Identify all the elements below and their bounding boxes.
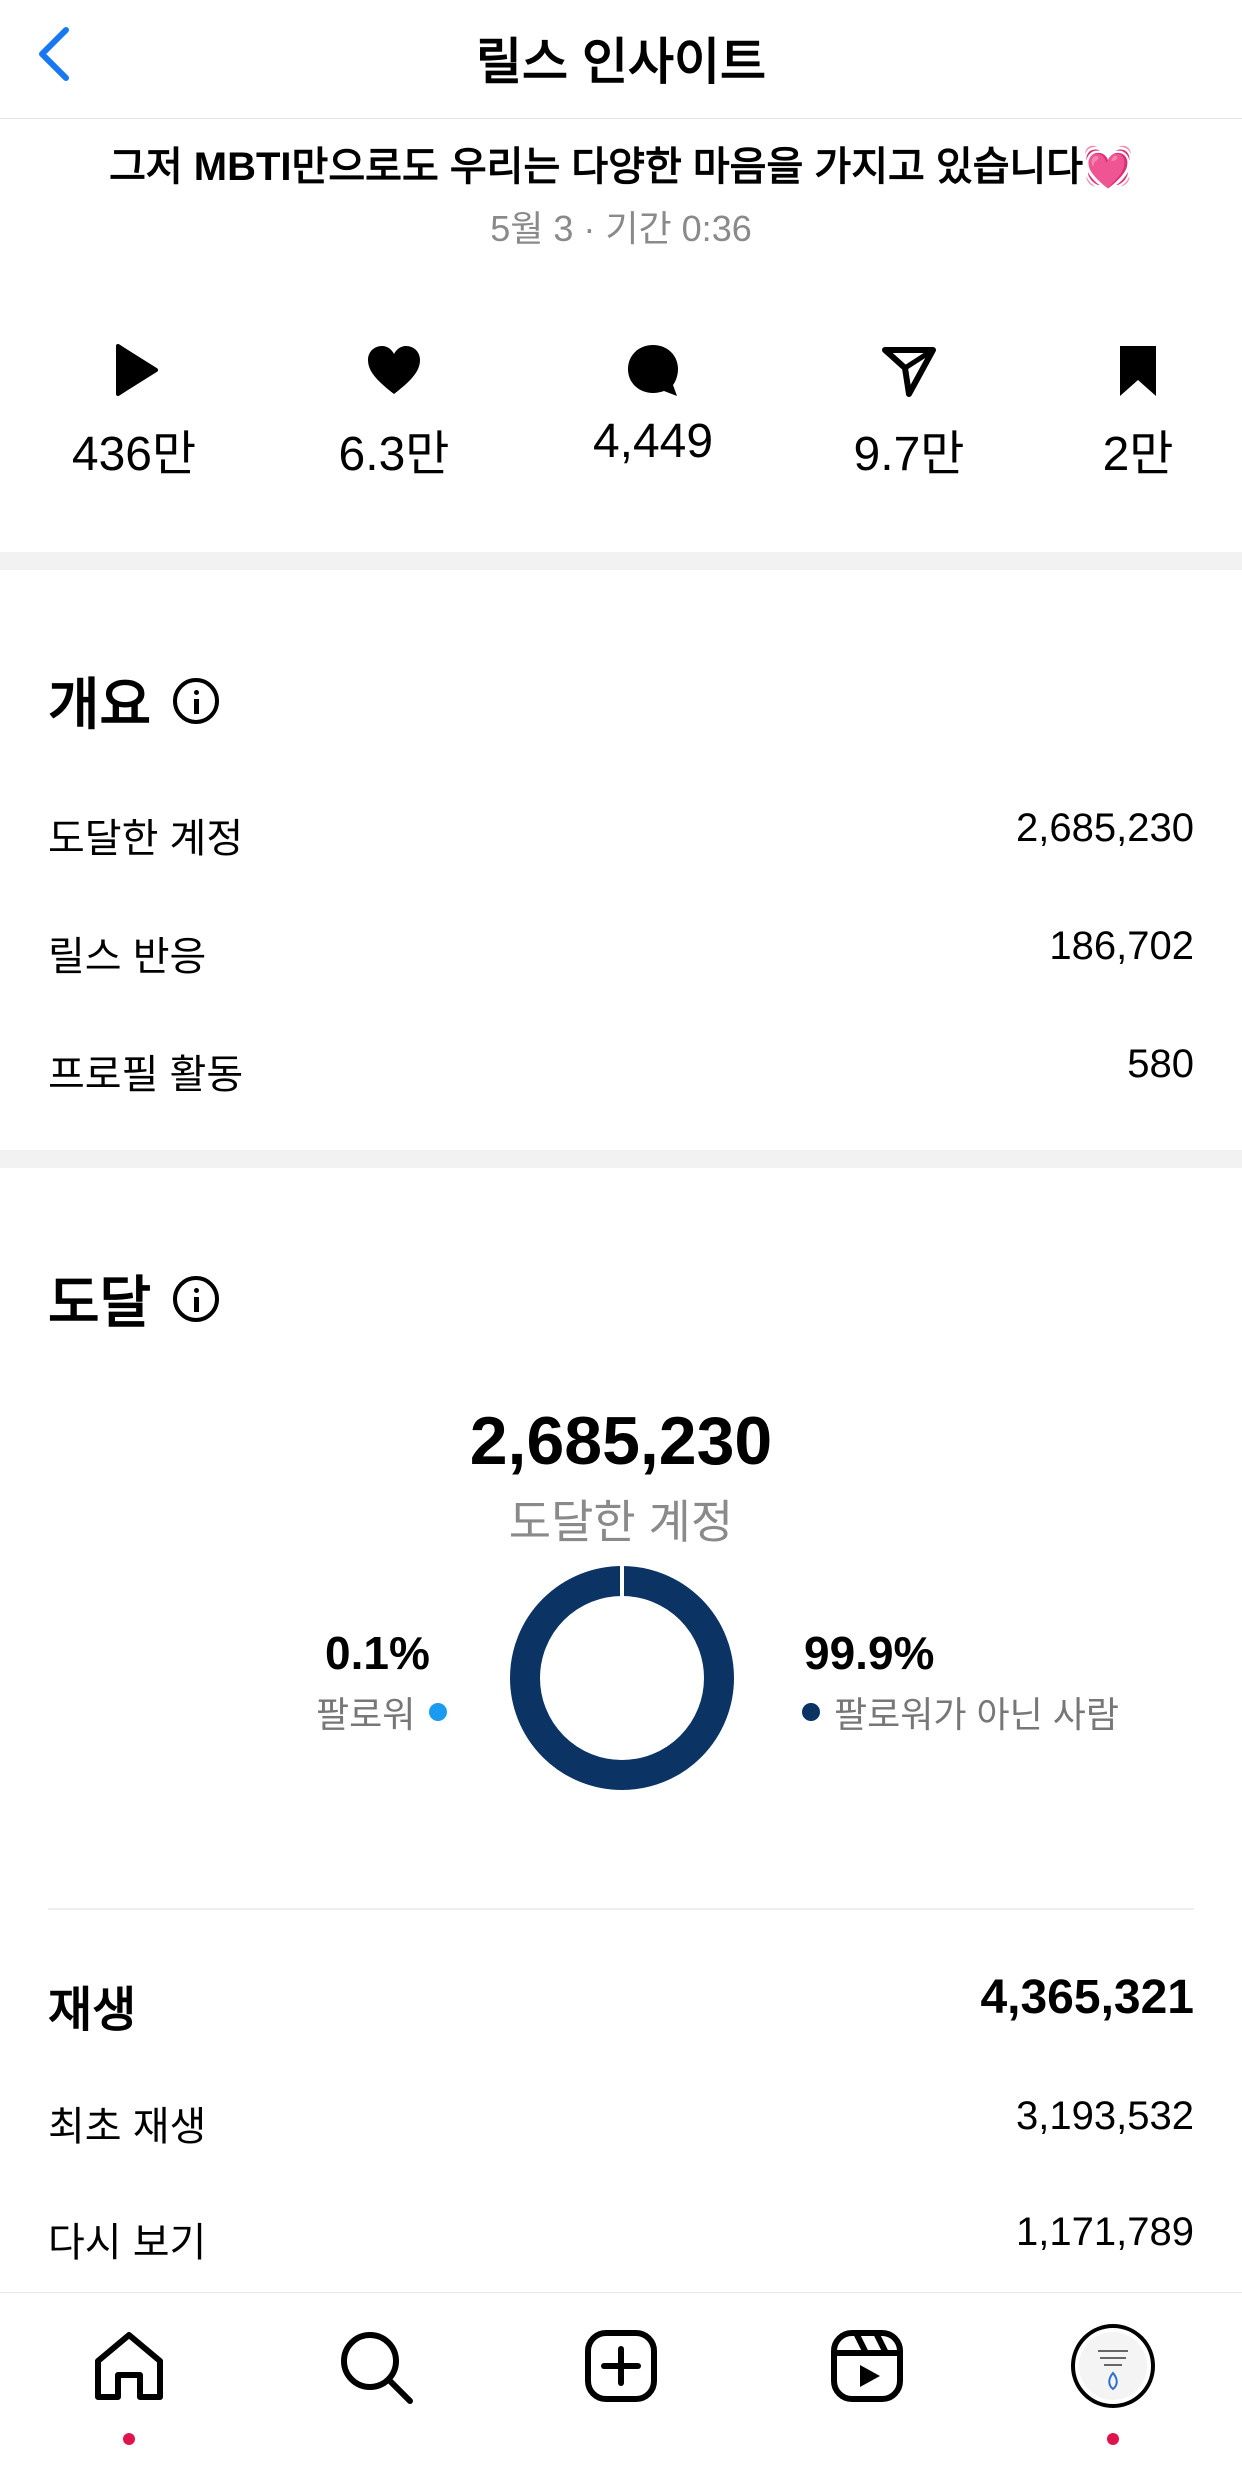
nonfollowers-dot — [802, 1703, 820, 1721]
share-icon — [882, 347, 936, 397]
plays-total: 4,365,321 — [980, 1971, 1194, 2024]
stat-value: 4,449 — [592, 415, 714, 468]
home-icon — [95, 2332, 163, 2400]
bookmark-icon — [1120, 346, 1156, 396]
nav-home[interactable] — [84, 2321, 174, 2411]
reach-donut-chart — [510, 1566, 734, 1790]
followers-percent: 0.1% — [325, 1627, 430, 1679]
comment-icon — [628, 345, 678, 396]
nav-home-indicator — [123, 2433, 135, 2445]
heart-icon — [368, 346, 420, 394]
stat-plays: 436만 — [34, 340, 234, 484]
nav-profile[interactable] — [1068, 2321, 1158, 2411]
nav-profile-indicator — [1107, 2433, 1119, 2445]
stat-value: 6.3만 — [338, 428, 450, 481]
top-bar: 릴스 인사이트 — [0, 0, 1242, 119]
overview-title: 개요 — [48, 673, 152, 736]
nav-create[interactable] — [576, 2321, 666, 2411]
stat-likes: 6.3만 — [294, 340, 494, 484]
overview-row: 프로필 활동 580 — [48, 1042, 1194, 1100]
nav-reels[interactable] — [822, 2321, 912, 2411]
stat-value: 2만 — [1102, 428, 1174, 481]
reach-title: 도달 — [48, 1271, 152, 1334]
row-label: 도달한 계정 — [48, 817, 244, 861]
plays-row: 다시 보기 1,171,789 — [48, 2210, 1194, 2268]
row-label: 프로필 활동 — [48, 1053, 244, 1097]
reach-total: 2,685,230 — [469, 1403, 773, 1479]
reels-icon — [831, 2330, 903, 2402]
info-icon[interactable] — [173, 677, 220, 724]
stat-value: 436만 — [71, 428, 197, 481]
bottom-nav — [0, 2292, 1242, 2466]
nav-search[interactable] — [330, 2321, 420, 2411]
divider-line — [48, 1908, 1194, 1910]
play-icon — [116, 344, 158, 396]
stat-saves: 2만 — [1038, 340, 1238, 484]
row-value: 186,702 — [1049, 924, 1194, 968]
create-icon — [585, 2330, 657, 2402]
followers-legend: 팔로워 — [316, 1686, 448, 1738]
plays-row: 최초 재생 3,193,532 — [48, 2094, 1194, 2152]
row-label: 다시 보기 — [48, 2221, 207, 2265]
nonfollowers-legend: 팔로워가 아닌 사람 — [802, 1686, 1119, 1738]
nonfollowers-percent: 99.9% — [804, 1627, 935, 1679]
row-value: 580 — [1127, 1042, 1194, 1086]
overview-row: 도달한 계정 2,685,230 — [48, 806, 1194, 864]
section-divider — [0, 552, 1242, 570]
donut-segment-nonfollowers — [510, 1566, 734, 1790]
plays-total-row: 재생 4,365,321 — [48, 1970, 1194, 2040]
plays-title: 재생 — [48, 1984, 137, 2037]
stat-value: 9.7만 — [853, 428, 965, 481]
nonfollowers-label: 팔로워가 아닌 사람 — [834, 1694, 1119, 1735]
reach-heading: 도달 — [48, 1258, 220, 1339]
stat-comments: 4,449 — [553, 340, 753, 469]
page-title: 릴스 인사이트 — [476, 34, 766, 90]
reel-meta: 5월 3 · 기간 0:36 — [490, 208, 752, 249]
row-label: 최초 재생 — [48, 2105, 207, 2149]
row-value: 2,685,230 — [1016, 806, 1194, 850]
followers-label: 팔로워 — [316, 1694, 416, 1735]
stat-shares: 9.7만 — [809, 340, 1009, 484]
row-label: 릴스 반응 — [48, 935, 207, 979]
search-icon — [341, 2332, 413, 2404]
overview-heading: 개요 — [48, 660, 220, 741]
row-value: 3,193,532 — [1016, 2094, 1194, 2138]
section-divider — [0, 1150, 1242, 1168]
followers-dot — [429, 1703, 448, 1721]
profile-avatar — [1071, 2324, 1155, 2408]
row-value: 1,171,789 — [1016, 2210, 1194, 2254]
overview-row: 릴스 반응 186,702 — [48, 924, 1194, 982]
reel-caption: 그저 MBTI만으로도 우리는 다양한 마음을 가지고 있습니다💓 — [109, 145, 1133, 189]
info-icon[interactable] — [173, 1275, 220, 1322]
reach-total-label: 도달한 계정 — [508, 1496, 734, 1548]
